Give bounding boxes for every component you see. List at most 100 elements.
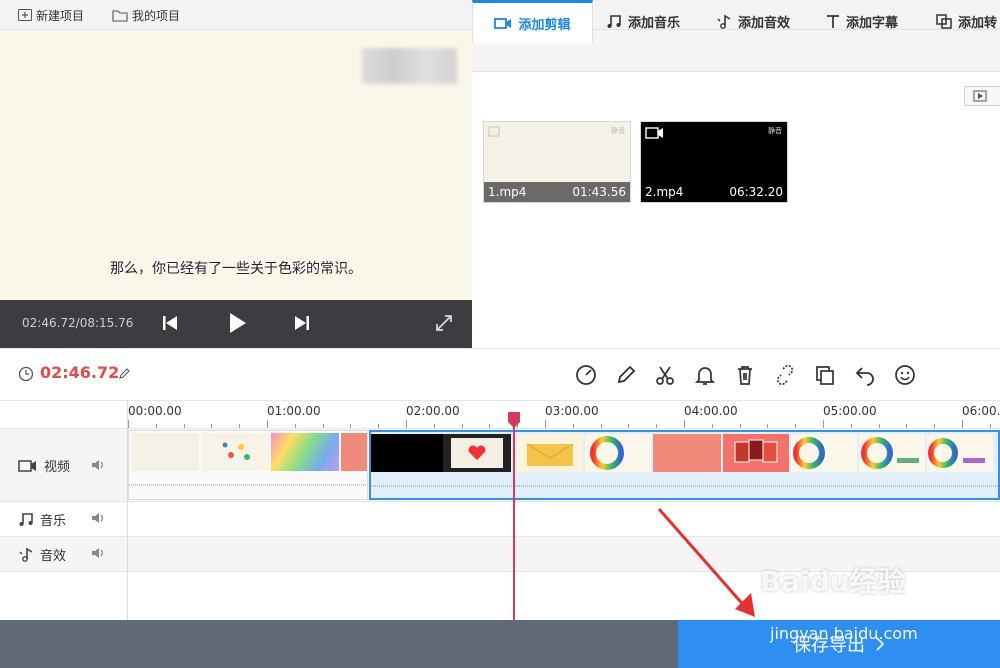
video-icon [488,126,500,137]
ruler-tick-label: 06:00.00 [962,404,1000,418]
clip-frame [859,434,925,472]
scissors-icon [656,366,674,385]
new-project-button[interactable]: 新建项目 [18,0,84,30]
video-icon [494,17,512,29]
preview-subtitle: 那么，你已经有了一些关于色彩的常识。 [110,261,362,277]
sound-effect-icon [717,14,731,29]
clip-frame [131,433,199,471]
cut-button[interactable] [652,362,678,388]
clip-frame [585,434,651,472]
ruler-tick [267,420,268,428]
media-library [472,72,1000,348]
ruler-tick [128,420,129,428]
clip-frame [443,434,511,472]
media-name: 1.mp4 [488,185,527,199]
preview-timecode: 02:46.72/08:15.76 [22,316,134,330]
music-track-label: 音乐 [40,514,67,529]
ruler-tick [823,420,824,428]
text-icon [827,14,839,28]
tab-label: 添加字幕 [846,15,899,31]
timeline-clip-2[interactable] [369,430,1000,500]
play-box-icon [973,90,987,102]
ruler-tick [962,420,963,428]
watermark-url: jingyan.baidu.com [770,624,918,643]
timeline-clip-1[interactable] [128,430,368,500]
envelope-icon [526,443,574,466]
speed-button[interactable] [573,362,599,388]
tab-label: 添加剪辑 [518,17,571,33]
tab-label: 添加音效 [738,15,791,31]
clip-frame [517,434,583,472]
clip-frame [723,434,789,472]
sticker-button[interactable] [892,362,918,388]
clip-frame [271,433,339,471]
pencil-icon[interactable] [118,368,130,380]
playhead-line [513,426,515,620]
ruler-tick-label: 02:00.00 [406,404,460,418]
color-wheel-icon [590,436,624,470]
clip-frame [927,434,993,472]
watermark-logo: Baidu经验 [760,565,906,598]
color-dots-icon [222,442,250,460]
ruler-tick-label: 04:00.00 [684,404,738,418]
color-wheel-icon [793,437,825,469]
tab-add-sound-effect[interactable]: 添加音效 [716,0,790,42]
media-thumb-2[interactable]: 静音 2.mp4 06:32.20 [640,121,788,203]
playhead[interactable] [508,412,521,622]
previous-icon[interactable] [160,314,180,332]
ruler-tick-label: 05:00.00 [823,404,877,418]
ruler-tick-label: 01:00.00 [267,404,321,418]
volume-icon[interactable] [90,546,106,560]
next-icon[interactable] [292,314,312,332]
unlink-button[interactable] [772,362,798,388]
annotation-arrow [657,508,755,617]
unlink-icon [776,364,794,386]
delete-button[interactable] [732,362,758,388]
ruler-tick [545,420,546,428]
undo-icon [855,367,874,386]
play-icon[interactable] [228,311,248,335]
ruler-tick-label: 00:00.00 [128,404,182,418]
fullscreen-icon[interactable] [434,313,454,333]
effects-track-header: 音效 [18,545,66,564]
speed-icon [576,365,596,385]
edit-button[interactable] [613,362,639,388]
plus-icon [18,9,32,21]
ruler-tick [684,420,685,428]
bell-button[interactable] [692,362,718,388]
heart-card-icon [451,438,503,468]
tab-add-transition[interactable]: 添加转 [936,0,997,42]
bell-icon [694,367,716,385]
audio-waveform [129,484,367,486]
volume-icon[interactable] [90,511,106,525]
blurred-logo [362,48,457,84]
video-icon [18,459,36,472]
folder-icon [112,9,128,22]
video-track-header: 视频 [18,456,70,475]
music-icon [607,14,621,28]
my-projects-button[interactable]: 我的项目 [112,0,180,30]
import-button[interactable] [964,86,1000,106]
tab-add-music[interactable]: 添加音乐 [606,0,680,42]
clip-frame [653,434,721,472]
media-thumb-1[interactable]: 静音 1.mp4 01:43.56 [483,121,631,203]
current-time: 02:46.72 [40,363,120,382]
emoji-icon [895,365,915,385]
clock-icon [18,366,34,382]
undo-button[interactable] [852,362,878,388]
volume-icon[interactable] [90,458,106,472]
tab-add-subtitle[interactable]: 添加字幕 [826,0,898,42]
color-wheel-icon [861,437,919,469]
ruler-corner [0,400,128,428]
video-track-label: 视频 [44,460,71,475]
copy-button[interactable] [812,362,838,388]
ruler-tick [406,420,407,428]
copy-icon [816,366,834,385]
media-name: 2.mp4 [645,185,684,199]
transition-icon [936,13,952,29]
delete-icon [738,366,752,385]
edit-icon [617,365,636,384]
tab-add-clip[interactable]: 添加剪辑 [472,0,593,43]
new-project-label: 新建项目 [36,8,85,23]
tab-label: 添加转 [958,15,998,31]
